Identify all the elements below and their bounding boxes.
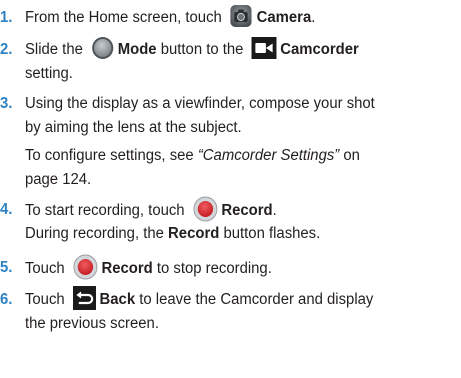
record-icon bbox=[73, 254, 98, 280]
cross-reference-link[interactable]: “Camcorder Settings” bbox=[198, 147, 339, 164]
step-text: the previous screen. bbox=[24, 315, 159, 332]
step-number: 3. bbox=[0, 95, 13, 112]
step-number: 2. bbox=[0, 41, 13, 58]
step-text: to leave the Camcorder and display bbox=[139, 291, 374, 309]
step-number: 4. bbox=[0, 201, 13, 218]
step-text: by aiming the lens at the subject. bbox=[24, 119, 242, 136]
step-text: on bbox=[343, 147, 360, 164]
step-number: 6. bbox=[0, 291, 13, 308]
step-2: 2. Slide the Mode button to the Camcorde… bbox=[0, 36, 459, 86]
step-5: 5. Touch Record to stop recording. bbox=[0, 254, 459, 280]
step-text: button flashes. bbox=[223, 225, 321, 242]
step-3: 3. Using the display as a viewfinder, co… bbox=[0, 92, 459, 192]
mode-label: Mode bbox=[117, 41, 157, 59]
step-number: 1. bbox=[0, 9, 13, 26]
step-6: 6. Touch Back to leave the Camcorder and… bbox=[0, 286, 459, 336]
punctuation: . bbox=[311, 9, 316, 27]
step-text: Touch bbox=[24, 260, 65, 278]
step-text: From the Home screen, touch bbox=[24, 9, 222, 27]
camcorder-icon bbox=[251, 37, 277, 59]
step-text: setting. bbox=[24, 65, 73, 82]
camcorder-label: Camcorder bbox=[280, 41, 359, 59]
step-text: Using the display as a viewfinder, compo… bbox=[24, 95, 375, 112]
page-reference: page 124. bbox=[24, 171, 92, 188]
camera-label: Camera bbox=[256, 9, 312, 27]
punctuation: . bbox=[272, 202, 277, 220]
step-1: 1. From the Home screen, touch Camera. bbox=[0, 4, 459, 30]
step-text: Touch bbox=[24, 291, 65, 309]
step-number: 5. bbox=[0, 259, 13, 276]
record-label: Record bbox=[221, 202, 273, 220]
instruction-page: 1. From the Home screen, touch Camera. 2… bbox=[0, 0, 461, 378]
back-icon bbox=[72, 286, 96, 310]
back-label: Back bbox=[99, 291, 136, 309]
camera-icon bbox=[230, 4, 253, 28]
record-label: Record bbox=[101, 260, 153, 278]
step-text: During recording, the bbox=[24, 225, 164, 242]
step-text: To start recording, touch bbox=[24, 202, 185, 220]
record-label: Record bbox=[168, 225, 220, 242]
mode-button-icon bbox=[91, 36, 114, 60]
record-icon bbox=[193, 196, 218, 222]
step-text: To configure settings, see bbox=[24, 147, 194, 164]
step-text: Slide the bbox=[24, 41, 83, 59]
step-text: to stop recording. bbox=[156, 260, 272, 278]
step-text: button to the bbox=[160, 41, 244, 59]
step-4: 4. To start recording, touch Record. Dur… bbox=[0, 196, 459, 246]
